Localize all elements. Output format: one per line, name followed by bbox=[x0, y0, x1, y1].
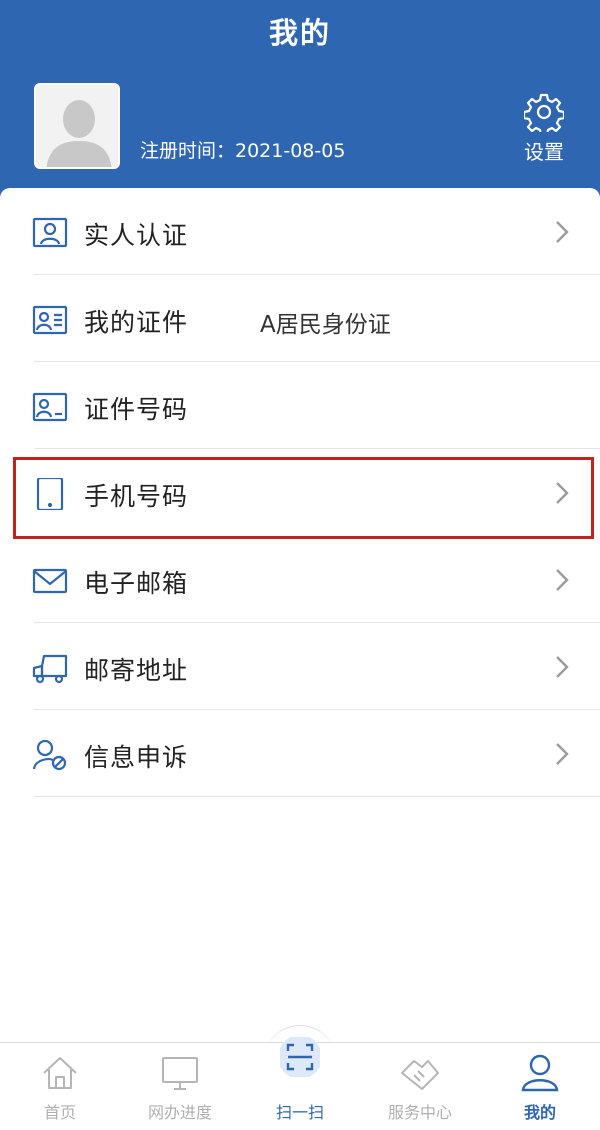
id-number-icon bbox=[32, 392, 68, 422]
menu-label: 证件号码 bbox=[84, 395, 189, 424]
tab-home[interactable]: 首页 bbox=[0, 1043, 120, 1130]
menu-label: 我的证件 bbox=[84, 308, 189, 337]
certificate-type-value: A居民身份证 bbox=[260, 312, 391, 338]
monitor-icon bbox=[162, 1057, 198, 1090]
tab-service-center[interactable]: 服务中心 bbox=[360, 1043, 480, 1130]
profile-menu-card: 实人认证 我的证件 A居民身份证 证件号码 手机号码 电子邮箱 邮寄地址 信息申… bbox=[0, 188, 600, 1048]
tab-label: 网办进度 bbox=[147, 1103, 212, 1122]
chevron-right-icon bbox=[556, 656, 569, 678]
menu-label: 电子邮箱 bbox=[84, 569, 189, 598]
tab-label: 我的 bbox=[523, 1103, 556, 1122]
tab-label: 首页 bbox=[43, 1103, 76, 1122]
tab-progress[interactable]: 网办进度 bbox=[120, 1043, 240, 1130]
menu-label: 邮寄地址 bbox=[84, 656, 189, 685]
chevron-right-icon bbox=[556, 569, 569, 591]
tab-label: 扫一扫 bbox=[275, 1103, 324, 1122]
bottom-tab-bar: 首页 网办进度 扫一扫 服务中心 我的 bbox=[0, 1037, 600, 1130]
menu-label: 实人认证 bbox=[84, 221, 189, 250]
truck-icon bbox=[32, 654, 68, 684]
home-icon bbox=[43, 1057, 77, 1089]
avatar[interactable] bbox=[34, 83, 120, 169]
chevron-right-icon bbox=[556, 221, 569, 243]
profile-icon bbox=[521, 1054, 559, 1092]
menu-item-real-name-auth[interactable]: 实人认证 bbox=[0, 188, 600, 275]
menu-item-mailing-address[interactable]: 邮寄地址 bbox=[0, 623, 600, 710]
menu-item-certificate-number[interactable]: 证件号码 bbox=[0, 362, 600, 449]
tab-mine[interactable]: 我的 bbox=[480, 1043, 600, 1130]
scan-icon bbox=[280, 1037, 320, 1077]
phone-number-highlight-box bbox=[13, 457, 594, 539]
settings-label: 设置 bbox=[524, 140, 564, 164]
menu-item-my-certificate[interactable]: 我的证件 A居民身份证 bbox=[0, 275, 600, 362]
user-appeal-icon bbox=[32, 739, 67, 771]
gear-icon bbox=[522, 93, 566, 137]
menu-item-email[interactable]: 电子邮箱 bbox=[0, 536, 600, 623]
menu-item-info-appeal[interactable]: 信息申诉 bbox=[0, 710, 600, 797]
mail-icon bbox=[32, 568, 68, 594]
handshake-icon bbox=[401, 1060, 439, 1090]
menu-label: 信息申诉 bbox=[84, 743, 189, 772]
tab-scan[interactable]: 扫一扫 bbox=[240, 1037, 360, 1130]
divider bbox=[34, 796, 600, 797]
page-title: 我的 bbox=[268, 16, 331, 50]
profile-header: 我的 注册时间：2021-08-05 设置 bbox=[0, 0, 600, 215]
tab-label: 服务中心 bbox=[387, 1103, 452, 1122]
default-avatar-icon bbox=[36, 85, 118, 167]
registration-time: 注册时间：2021-08-05 bbox=[140, 140, 346, 162]
chevron-right-icon bbox=[556, 743, 569, 765]
person-card-icon bbox=[32, 217, 68, 248]
id-card-icon bbox=[32, 305, 68, 335]
settings-button[interactable]: 设置 bbox=[518, 92, 570, 165]
